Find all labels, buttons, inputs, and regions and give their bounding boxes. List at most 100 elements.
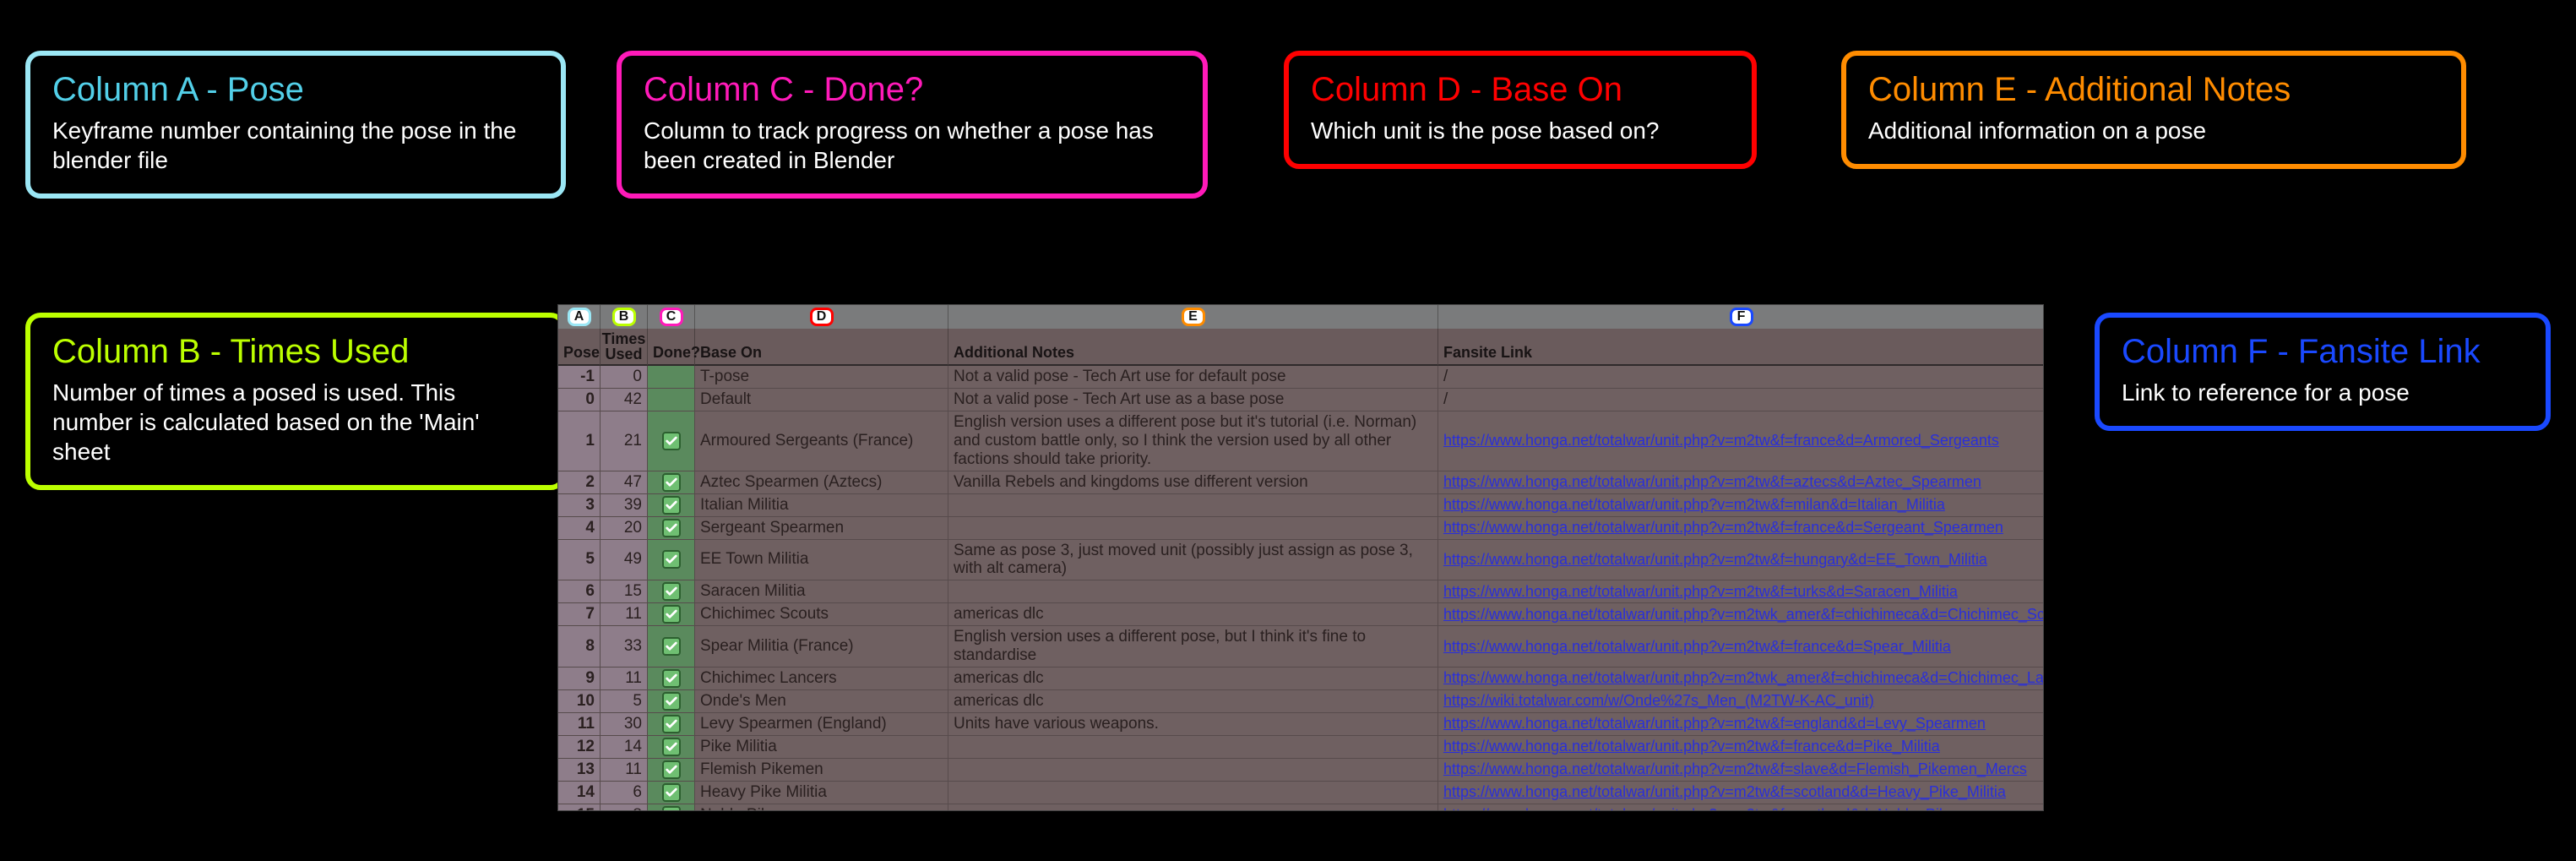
cell-times-used[interactable]: 11 — [601, 759, 648, 782]
cell-done[interactable] — [648, 580, 695, 603]
cell-notes[interactable]: English version uses a different pose, b… — [948, 626, 1438, 668]
cell-times-used[interactable]: 15 — [601, 580, 648, 603]
cell-notes[interactable]: americas dlc — [948, 690, 1438, 713]
cell-times-used[interactable]: 42 — [601, 389, 648, 411]
checkbox-icon[interactable] — [662, 738, 681, 756]
cell-fansite-link[interactable]: https://www.honga.net/totalwar/unit.php?… — [1438, 411, 2044, 471]
cell-done[interactable] — [648, 411, 695, 471]
header-done[interactable]: Done? — [648, 329, 695, 366]
cell-times-used[interactable]: 49 — [601, 540, 648, 581]
cell-pose[interactable]: 3 — [558, 494, 601, 517]
cell-times-used[interactable]: 11 — [601, 603, 648, 626]
cell-fansite-link[interactable]: / — [1438, 366, 2044, 389]
cell-times-used[interactable]: 47 — [601, 471, 648, 494]
cell-done[interactable] — [648, 517, 695, 540]
cell-notes[interactable] — [948, 517, 1438, 540]
cell-times-used[interactable]: 14 — [601, 736, 648, 759]
cell-done[interactable] — [648, 494, 695, 517]
cell-fansite-link[interactable]: https://www.honga.net/totalwar/unit.php?… — [1438, 782, 2044, 804]
col-header-c[interactable]: C — [648, 305, 695, 329]
cell-done[interactable] — [648, 690, 695, 713]
cell-pose[interactable]: 0 — [558, 389, 601, 411]
cell-base-on[interactable]: Italian Militia — [695, 494, 948, 517]
cell-pose[interactable]: 6 — [558, 580, 601, 603]
cell-done[interactable] — [648, 759, 695, 782]
header-times-used[interactable]: Times Used — [601, 329, 648, 366]
cell-fansite-link[interactable]: https://www.honga.net/totalwar/unit.php?… — [1438, 736, 2044, 759]
cell-fansite-link[interactable]: https://www.honga.net/totalwar/unit.php?… — [1438, 713, 2044, 736]
cell-notes[interactable]: americas dlc — [948, 603, 1438, 626]
cell-pose[interactable]: 14 — [558, 782, 601, 804]
cell-notes[interactable] — [948, 804, 1438, 811]
checkbox-icon[interactable] — [662, 806, 681, 811]
checkbox-icon[interactable] — [662, 669, 681, 688]
cell-fansite-link[interactable]: https://www.honga.net/totalwar/unit.php?… — [1438, 603, 2044, 626]
cell-done[interactable] — [648, 626, 695, 668]
cell-base-on[interactable]: Onde's Men — [695, 690, 948, 713]
cell-fansite-link[interactable]: https://www.honga.net/totalwar/unit.php?… — [1438, 580, 2044, 603]
col-header-d[interactable]: D — [695, 305, 948, 329]
cell-base-on[interactable]: Pike Militia — [695, 736, 948, 759]
header-fansite-link[interactable]: Fansite Link — [1438, 329, 2044, 366]
cell-fansite-link[interactable]: https://www.honga.net/totalwar/unit.php?… — [1438, 517, 2044, 540]
col-header-b[interactable]: B — [601, 305, 648, 329]
cell-done[interactable] — [648, 540, 695, 581]
cell-done[interactable] — [648, 804, 695, 811]
checkbox-icon[interactable] — [662, 605, 681, 624]
cell-notes[interactable]: English version uses a different pose bu… — [948, 411, 1438, 471]
cell-base-on[interactable]: Heavy Pike Militia — [695, 782, 948, 804]
header-base-on[interactable]: Base On — [695, 329, 948, 366]
cell-done[interactable] — [648, 471, 695, 494]
cell-done[interactable] — [648, 782, 695, 804]
cell-base-on[interactable]: Chichimec Lancers — [695, 668, 948, 690]
checkbox-icon[interactable] — [662, 715, 681, 733]
cell-base-on[interactable]: Armoured Sergeants (France) — [695, 411, 948, 471]
fansite-link[interactable]: https://www.honga.net/totalwar/unit.php?… — [1443, 783, 2006, 801]
cell-fansite-link[interactable]: https://www.honga.net/totalwar/unit.php?… — [1438, 471, 2044, 494]
cell-pose[interactable]: -1 — [558, 366, 601, 389]
cell-done[interactable] — [648, 366, 695, 389]
cell-done[interactable] — [648, 389, 695, 411]
cell-notes[interactable] — [948, 736, 1438, 759]
cell-fansite-link[interactable]: https://wiki.totalwar.com/w/Onde%27s_Men… — [1438, 690, 2044, 713]
fansite-link[interactable]: https://wiki.totalwar.com/w/Onde%27s_Men… — [1443, 692, 1874, 710]
cell-base-on[interactable]: Saracen Militia — [695, 580, 948, 603]
cell-times-used[interactable]: 39 — [601, 494, 648, 517]
cell-pose[interactable]: 13 — [558, 759, 601, 782]
checkbox-icon[interactable] — [662, 432, 681, 450]
cell-fansite-link[interactable]: https://www.honga.net/totalwar/unit.php?… — [1438, 759, 2044, 782]
cell-base-on[interactable]: Spear Militia (France) — [695, 626, 948, 668]
fansite-link[interactable]: https://www.honga.net/totalwar/unit.php?… — [1443, 669, 2044, 687]
fansite-link[interactable]: https://www.honga.net/totalwar/unit.php?… — [1443, 519, 2003, 537]
cell-times-used[interactable]: 8 — [601, 804, 648, 811]
fansite-link[interactable]: https://www.honga.net/totalwar/unit.php?… — [1443, 638, 1951, 656]
fansite-link[interactable]: https://www.honga.net/totalwar/unit.php?… — [1443, 606, 2044, 624]
fansite-link[interactable]: https://www.honga.net/totalwar/unit.php?… — [1443, 738, 1940, 755]
fansite-link[interactable]: https://www.honga.net/totalwar/unit.php?… — [1443, 583, 1958, 601]
cell-notes[interactable] — [948, 759, 1438, 782]
cell-times-used[interactable]: 5 — [601, 690, 648, 713]
cell-pose[interactable]: 15 — [558, 804, 601, 811]
fansite-link[interactable]: https://www.honga.net/totalwar/unit.php?… — [1443, 760, 2027, 778]
cell-pose[interactable]: 8 — [558, 626, 601, 668]
cell-base-on[interactable]: Aztec Spearmen (Aztecs) — [695, 471, 948, 494]
cell-times-used[interactable]: 33 — [601, 626, 648, 668]
cell-base-on[interactable]: Levy Spearmen (England) — [695, 713, 948, 736]
checkbox-icon[interactable] — [662, 496, 681, 515]
cell-base-on[interactable]: T-pose — [695, 366, 948, 389]
cell-fansite-link[interactable]: / — [1438, 389, 2044, 411]
fansite-link[interactable]: https://www.honga.net/totalwar/unit.php?… — [1443, 806, 1985, 811]
col-header-f[interactable]: F — [1438, 305, 2044, 329]
cell-base-on[interactable]: EE Town Militia — [695, 540, 948, 581]
cell-fansite-link[interactable]: https://www.honga.net/totalwar/unit.php?… — [1438, 494, 2044, 517]
cell-fansite-link[interactable]: https://www.honga.net/totalwar/unit.php?… — [1438, 626, 2044, 668]
fansite-link[interactable]: https://www.honga.net/totalwar/unit.php?… — [1443, 432, 1999, 450]
cell-notes[interactable]: Not a valid pose - Tech Art use as a bas… — [948, 389, 1438, 411]
cell-pose[interactable]: 11 — [558, 713, 601, 736]
cell-notes[interactable]: Units have various weapons. — [948, 713, 1438, 736]
cell-base-on[interactable]: Default — [695, 389, 948, 411]
cell-pose[interactable]: 2 — [558, 471, 601, 494]
checkbox-icon[interactable] — [662, 550, 681, 569]
cell-done[interactable] — [648, 603, 695, 626]
cell-done[interactable] — [648, 736, 695, 759]
